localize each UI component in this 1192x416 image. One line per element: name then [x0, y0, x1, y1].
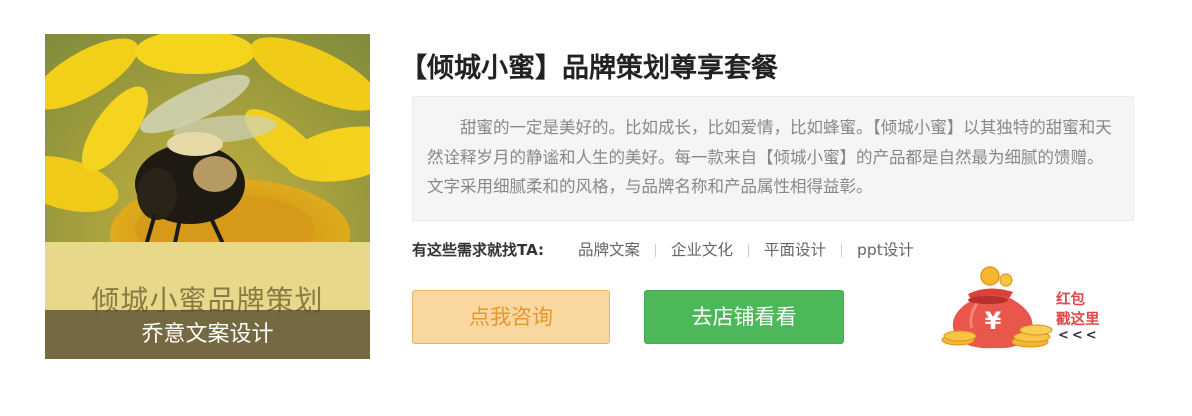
tag-brand-copy[interactable]: 品牌文案 — [578, 238, 640, 262]
needs-row: 有这些需求就找TA: 品牌文案 企业文化 平面设计 ppt设计 — [412, 238, 914, 262]
arrows-left-icon: <<< — [1058, 328, 1100, 343]
tag-corporate-culture[interactable]: 企业文化 — [671, 238, 733, 262]
product-description: 甜蜜的一定是美好的。比如成长，比如爱情，比如蜂蜜。【倾城小蜜】以其独特的甜蜜和天… — [412, 96, 1134, 221]
thumbnail-caption: 乔意文案设计 — [45, 310, 370, 359]
product-thumbnail[interactable]: 倾城小蜜品牌策划 乔意文案设计 — [45, 34, 370, 359]
tag-divider — [748, 243, 749, 257]
red-packet-link[interactable]: ¥ 红包 戳这里 <<< — [938, 266, 1108, 352]
yuan-symbol: ¥ — [985, 307, 1002, 335]
tag-ppt-design[interactable]: ppt设计 — [857, 238, 914, 262]
consult-button[interactable]: 点我咨询 — [412, 290, 610, 344]
red-packet-label-2: 戳这里 — [1056, 312, 1100, 328]
product-title[interactable]: 【倾城小蜜】品牌策划尊享套餐 — [400, 46, 778, 85]
needs-label: 有这些需求就找TA: — [412, 241, 544, 259]
tag-graphic-design[interactable]: 平面设计 — [764, 238, 826, 262]
visit-shop-button[interactable]: 去店铺看看 — [644, 290, 844, 344]
tag-divider — [654, 243, 656, 257]
red-packet-label-1: 红包 — [1056, 292, 1085, 308]
red-envelope-money-bag-icon: ¥ — [941, 266, 1053, 349]
tag-divider — [841, 243, 843, 257]
